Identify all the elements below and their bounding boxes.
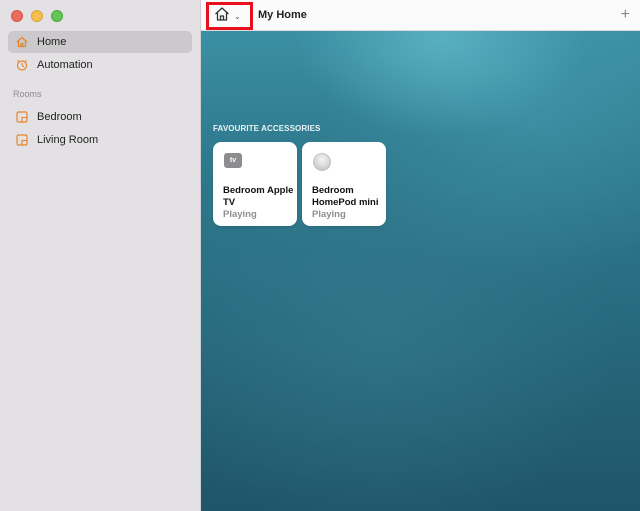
add-button[interactable]: + (621, 5, 630, 25)
zoom-window-button[interactable] (51, 10, 63, 22)
rooms-section-label: Rooms (13, 89, 42, 99)
chevron-down-icon: ⌄ (234, 11, 241, 21)
house-icon (214, 6, 230, 27)
room-icon (16, 111, 28, 123)
home-menu-button[interactable]: ⌄ (206, 2, 253, 30)
sidebar-item-bedroom[interactable]: Bedroom (8, 106, 192, 128)
minimize-window-button[interactable] (31, 10, 43, 22)
close-window-button[interactable] (11, 10, 23, 22)
sidebar-item-home[interactable]: Home (8, 31, 192, 53)
sidebar-item-living-room[interactable]: Living Room (8, 129, 192, 151)
accessory-name: Bedroom Apple TV (223, 185, 294, 208)
sidebar: Home Automation Rooms Bedroom Living Roo… (0, 0, 201, 511)
accessory-status: Playing (312, 209, 346, 220)
window-controls (11, 10, 63, 22)
accessory-tile-homepod-mini[interactable]: Bedroom HomePod mini Playing (302, 142, 386, 226)
sidebar-item-label: Home (37, 36, 67, 48)
sidebar-item-label: Bedroom (37, 111, 82, 123)
sidebar-item-automation[interactable]: Automation (8, 54, 192, 76)
favourites-heading: FAVOURITE ACCESSORIES (213, 124, 321, 133)
sidebar-item-label: Living Room (37, 134, 99, 146)
accessory-name: Bedroom HomePod mini (312, 185, 379, 208)
main-content: ⌄ My Home + FAVOURITE ACCESSORIES tv Bed… (201, 0, 640, 511)
toolbar: ⌄ My Home + (201, 0, 640, 31)
clock-icon (16, 59, 28, 71)
homepod-mini-icon (313, 153, 331, 171)
page-title: My Home (258, 9, 307, 21)
house-icon (16, 36, 28, 48)
apple-tv-icon: tv (224, 153, 242, 168)
room-icon (16, 134, 28, 146)
sidebar-item-label: Automation (37, 59, 93, 71)
accessory-tile-apple-tv[interactable]: tv Bedroom Apple TV Playing (213, 142, 297, 226)
accessory-status: Playing (223, 209, 257, 220)
